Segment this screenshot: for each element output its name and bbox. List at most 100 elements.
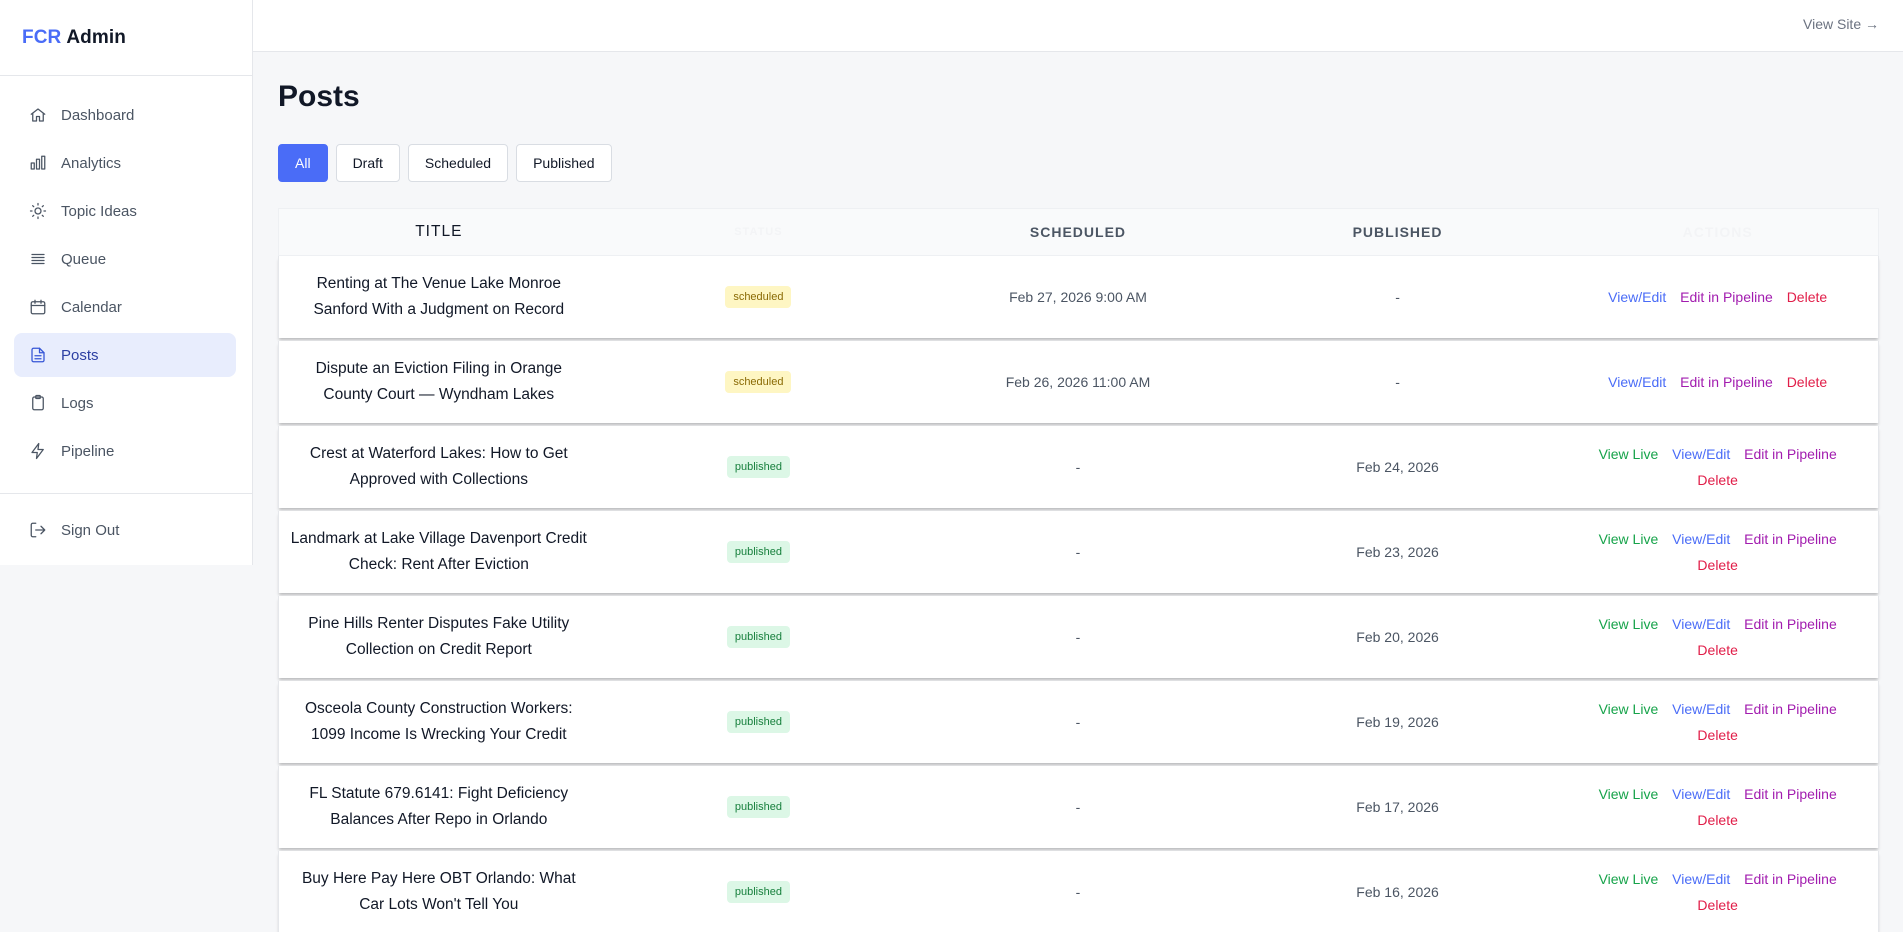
delete-link[interactable]: Delete <box>1787 374 1827 390</box>
edit-in-pipeline-link[interactable]: Edit in Pipeline <box>1744 786 1837 802</box>
actions-cell: View Live View/Edit Edit in Pipeline Del… <box>1557 441 1878 493</box>
status-badge: published <box>726 541 790 563</box>
bolt-icon <box>29 442 47 460</box>
scheduled-date: - <box>1075 629 1081 645</box>
delete-link[interactable]: Delete <box>1787 289 1827 305</box>
status-badge: published <box>726 711 790 733</box>
post-title: FL Statute 679.6141: Fight Deficiency Ba… <box>309 785 569 828</box>
status-cell: published <box>599 626 919 648</box>
delete-link[interactable]: Delete <box>1697 642 1737 658</box>
status-cell: published <box>599 541 919 563</box>
post-title: Buy Here Pay Here OBT Orlando: What Car … <box>301 870 576 913</box>
delete-link[interactable]: Delete <box>1697 727 1737 743</box>
sidebar-item-label: Calendar <box>61 298 122 316</box>
status-badge: scheduled <box>725 286 792 308</box>
status-badge: published <box>726 626 790 648</box>
view-live-link[interactable]: View Live <box>1599 446 1659 462</box>
scheduled-date: - <box>1075 544 1081 560</box>
filter-published-button[interactable]: Published <box>516 144 612 182</box>
table-row: FL Statute 679.6141: Fight Deficiency Ba… <box>278 766 1879 848</box>
view-edit-link[interactable]: View/Edit <box>1608 374 1666 390</box>
view-edit-link[interactable]: View/Edit <box>1608 289 1666 305</box>
status-badge: published <box>726 796 790 818</box>
sidebar-item-topic-ideas[interactable]: Topic Ideas <box>14 189 236 233</box>
actions-cell: View Live View/Edit Edit in Pipeline Del… <box>1557 866 1878 918</box>
edit-in-pipeline-link[interactable]: Edit in Pipeline <box>1744 616 1837 632</box>
brand-name: Admin <box>66 26 126 48</box>
column-header-actions: Actions <box>1682 224 1753 240</box>
sidebar-nav: Dashboard Analytics Topic Ideas Queue Ca… <box>0 76 252 473</box>
view-edit-link[interactable]: View/Edit <box>1672 616 1730 632</box>
delete-link[interactable]: Delete <box>1697 472 1737 488</box>
filter-all-button[interactable]: All <box>278 144 328 182</box>
table-row: Renting at The Venue Lake Monroe Sanford… <box>278 256 1879 338</box>
view-live-link[interactable]: View Live <box>1599 871 1659 887</box>
actions-cell: View Live View/Edit Edit in Pipeline Del… <box>1557 526 1878 578</box>
sidebar-item-label: Posts <box>61 346 99 364</box>
edit-in-pipeline-link[interactable]: Edit in Pipeline <box>1744 531 1837 547</box>
view-live-link[interactable]: View Live <box>1599 531 1659 547</box>
sidebar-item-calendar[interactable]: Calendar <box>14 285 236 329</box>
sidebar-item-label: Analytics <box>61 154 122 172</box>
sidebar-item-analytics[interactable]: Analytics <box>14 141 236 185</box>
view-edit-link[interactable]: View/Edit <box>1672 446 1730 462</box>
sidebar-item-posts[interactable]: Posts <box>14 333 236 377</box>
top-bar: View Site → <box>253 0 1903 52</box>
post-title: Crest at Waterford Lakes: How to Get App… <box>309 445 568 488</box>
table-row: Dispute an Eviction Filing in Orange Cou… <box>278 341 1879 423</box>
sign-out-button[interactable]: Sign Out <box>14 508 236 552</box>
table-row: Crest at Waterford Lakes: How to Get App… <box>278 426 1879 508</box>
edit-in-pipeline-link[interactable]: Edit in Pipeline <box>1744 701 1837 717</box>
column-header-published: Published <box>1352 224 1443 240</box>
post-title: Renting at The Venue Lake Monroe Sanford… <box>313 275 565 318</box>
sidebar-item-logs[interactable]: Logs <box>14 381 236 425</box>
filter-draft-button[interactable]: Draft <box>335 144 400 182</box>
view-live-link[interactable]: View Live <box>1599 616 1659 632</box>
sidebar-item-label: Logs <box>61 394 94 412</box>
delete-link[interactable]: Delete <box>1697 557 1737 573</box>
actions-cell: View Live View/Edit Edit in Pipeline Del… <box>1557 611 1878 663</box>
main-content: Posts All Draft Scheduled Published Titl… <box>278 52 1879 932</box>
view-live-link[interactable]: View Live <box>1599 786 1659 802</box>
published-date: Feb 23, 2026 <box>1356 544 1439 560</box>
edit-in-pipeline-link[interactable]: Edit in Pipeline <box>1680 289 1773 305</box>
scheduled-date: - <box>1075 714 1081 730</box>
sidebar-item-dashboard[interactable]: Dashboard <box>14 93 236 137</box>
edit-in-pipeline-link[interactable]: Edit in Pipeline <box>1744 871 1837 887</box>
document-icon <box>29 346 47 364</box>
table-row: Buy Here Pay Here OBT Orlando: What Car … <box>278 851 1879 932</box>
sign-out-label: Sign Out <box>61 521 120 539</box>
status-filter-tabs: All Draft Scheduled Published <box>278 144 1879 182</box>
view-edit-link[interactable]: View/Edit <box>1672 871 1730 887</box>
view-edit-link[interactable]: View/Edit <box>1672 786 1730 802</box>
view-live-link[interactable]: View Live <box>1599 701 1659 717</box>
sidebar-item-label: Queue <box>61 250 107 268</box>
brand-logo[interactable]: FCR Admin <box>0 0 252 76</box>
table-row: Pine Hills Renter Disputes Fake Utility … <box>278 596 1879 678</box>
post-title: Dispute an Eviction Filing in Orange Cou… <box>315 360 562 403</box>
column-header-status: Status <box>734 226 783 238</box>
table-row: Osceola County Construction Workers: 109… <box>278 681 1879 763</box>
view-edit-link[interactable]: View/Edit <box>1672 531 1730 547</box>
status-cell: published <box>599 456 919 478</box>
status-cell: scheduled <box>599 286 919 308</box>
view-edit-link[interactable]: View/Edit <box>1672 701 1730 717</box>
actions-cell: View Live View/Edit Edit in Pipeline Del… <box>1557 696 1878 748</box>
sidebar-item-queue[interactable]: Queue <box>14 237 236 281</box>
lightbulb-icon <box>29 202 47 220</box>
filter-scheduled-button[interactable]: Scheduled <box>407 144 509 182</box>
edit-in-pipeline-link[interactable]: Edit in Pipeline <box>1680 374 1773 390</box>
edit-in-pipeline-link[interactable]: Edit in Pipeline <box>1744 446 1837 462</box>
status-badge: published <box>726 881 790 903</box>
actions-cell: View/Edit Edit in Pipeline Delete <box>1557 369 1878 395</box>
post-title: Osceola County Construction Workers: 109… <box>304 700 573 743</box>
view-site-link[interactable]: View Site → <box>1803 16 1879 32</box>
table-body: Renting at The Venue Lake Monroe Sanford… <box>278 256 1879 932</box>
sidebar-item-label: Dashboard <box>61 106 135 124</box>
delete-link[interactable]: Delete <box>1697 897 1737 913</box>
sidebar-item-pipeline[interactable]: Pipeline <box>14 429 236 473</box>
published-date: Feb 19, 2026 <box>1356 714 1439 730</box>
delete-link[interactable]: Delete <box>1697 812 1737 828</box>
published-date: - <box>1395 374 1400 390</box>
status-badge: published <box>726 456 790 478</box>
